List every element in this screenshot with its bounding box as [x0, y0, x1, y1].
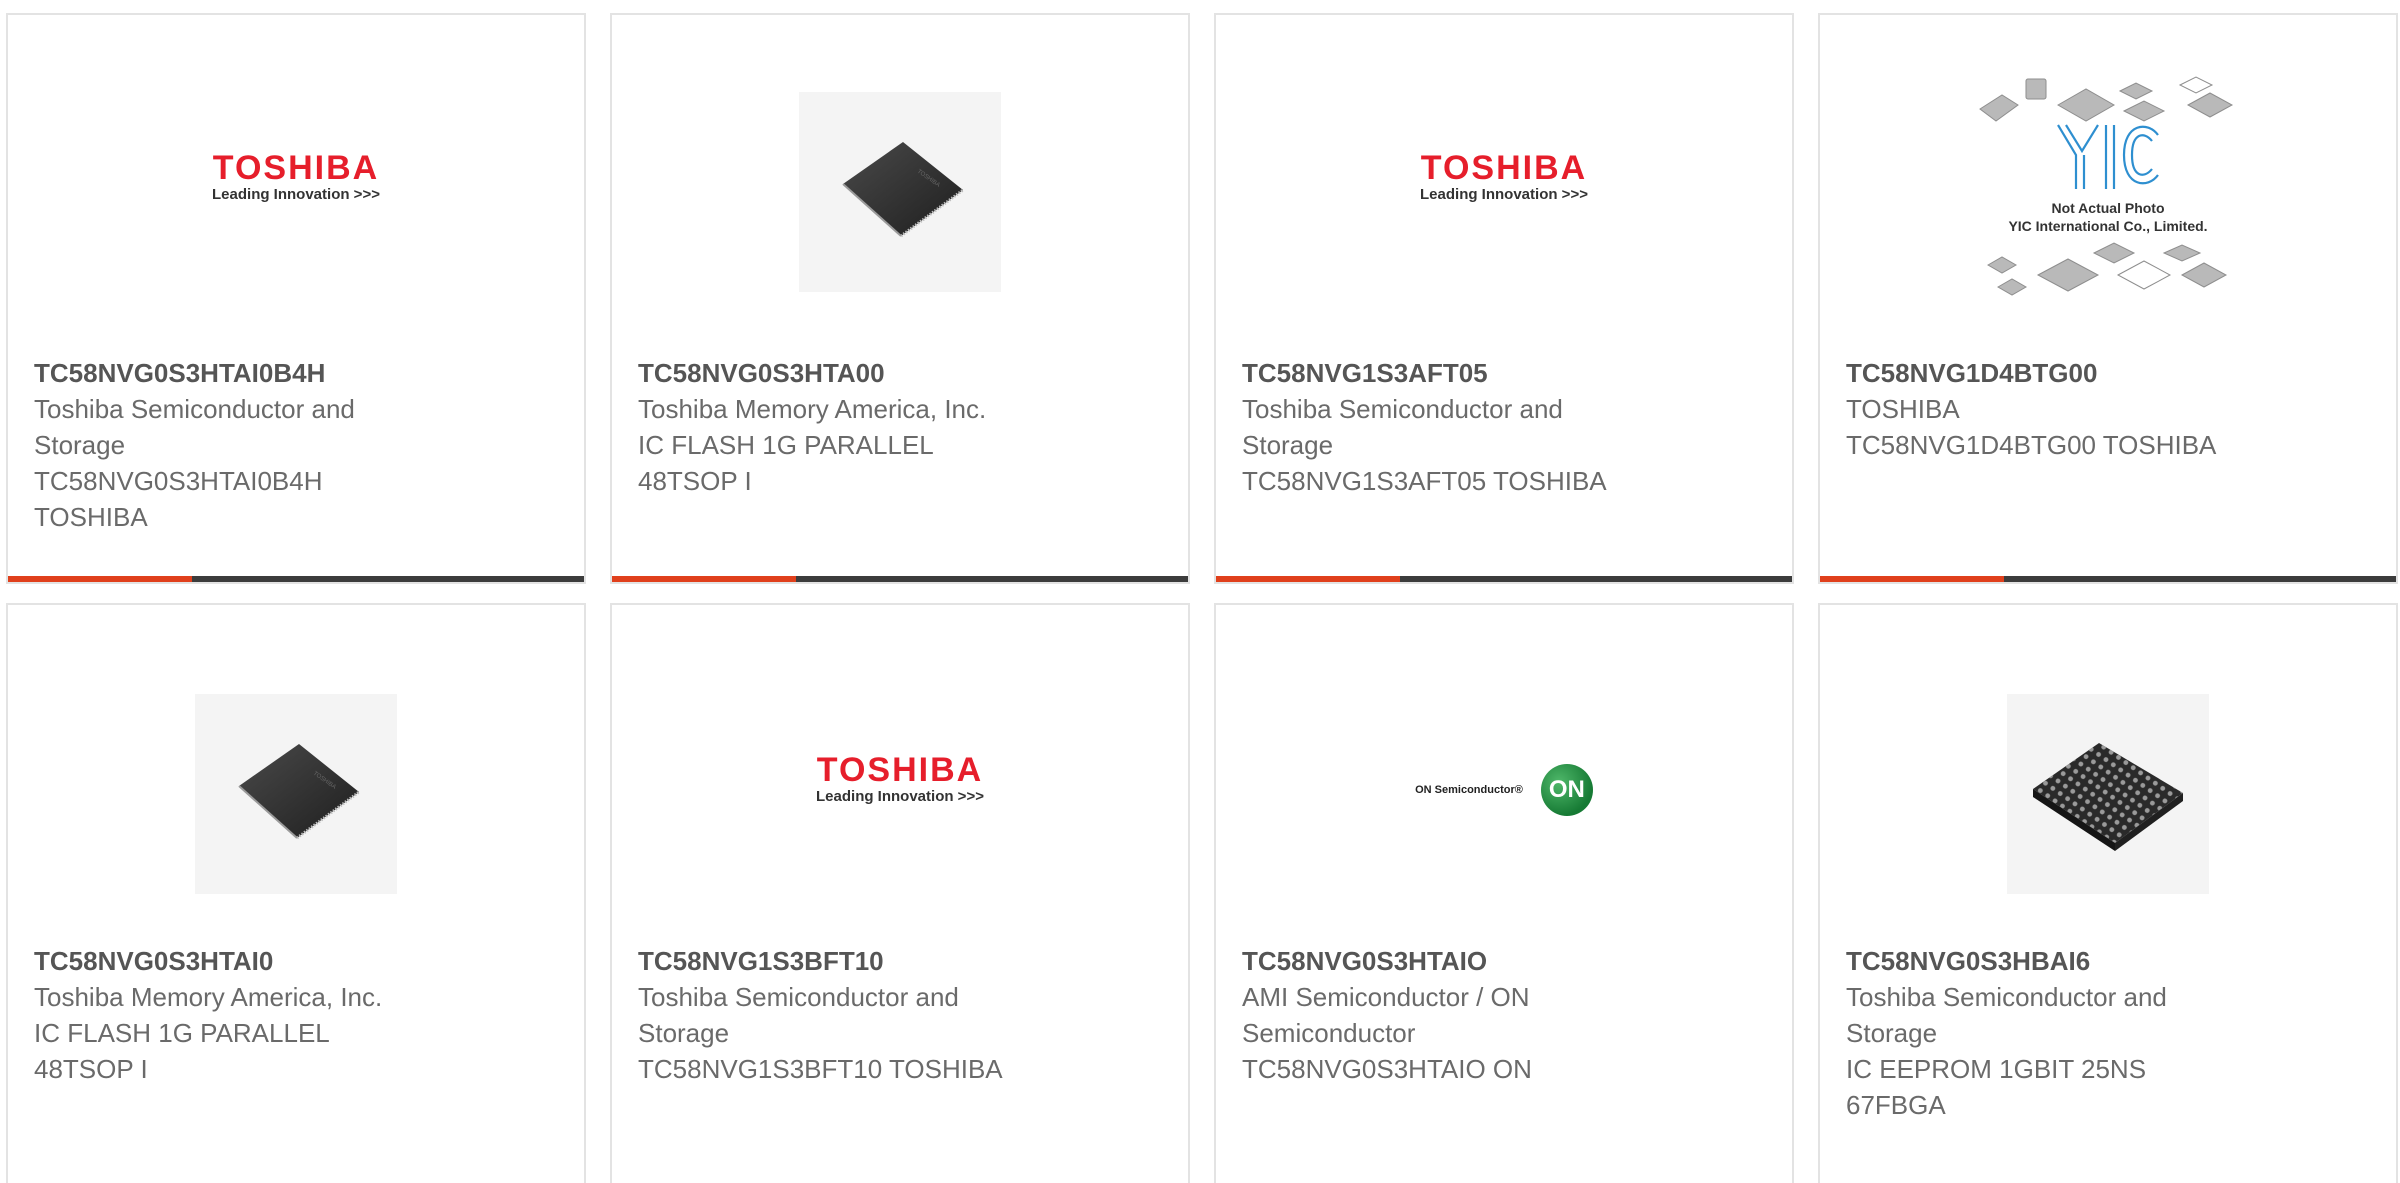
toshiba-logo: TOSHIBA Leading Innovation >>> — [212, 150, 380, 204]
part-number[interactable]: TC58NVG1S3BFT10 — [638, 943, 1058, 979]
product-card[interactable]: TOSHIBA TC58NVG0S3HTA00 Toshiba Memory A… — [610, 13, 1190, 584]
product-detail-line: Storage — [34, 430, 126, 460]
onsemi-logo-text: ON Semiconductor® — [1415, 784, 1523, 796]
product-detail-line: TC58NVG1D4BTG00 TOSHIBA — [1846, 430, 2217, 460]
product-image[interactable]: TOSHIBA Leading Innovation >>> — [612, 669, 1188, 919]
product-detail-line: IC FLASH 1G PARALLEL — [638, 430, 934, 460]
product-detail-line: TC58NVG0S3HTAI0B4H — [34, 466, 323, 496]
part-number[interactable]: TC58NVG1D4BTG00 — [1846, 355, 2266, 391]
toshiba-logo-tagline: Leading Innovation >>> — [816, 788, 984, 805]
product-info: TC58NVG0S3HBAI6 Toshiba Semiconductor an… — [1846, 943, 2266, 1123]
product-detail-line: Storage — [1242, 430, 1334, 460]
part-number[interactable]: TC58NVG0S3HTAI0 — [34, 943, 454, 979]
part-number[interactable]: TC58NVG0S3HTA00 — [638, 355, 1058, 391]
yic-caption-not-actual-photo: Not Actual Photo — [2051, 200, 2165, 216]
yic-logo-icon — [2057, 124, 2159, 189]
product-card[interactable]: Not Actual Photo YIC International Co., … — [1818, 13, 2398, 584]
product-info: TC58NVG1S3BFT10 Toshiba Semiconductor an… — [638, 943, 1058, 1087]
product-image[interactable]: TOSHIBA Leading Innovation >>> — [1216, 67, 1792, 317]
onsemi-logo-badge: ON — [1540, 764, 1593, 816]
product-detail-line: Toshiba Semiconductor and — [1242, 394, 1563, 424]
product-detail-line: Toshiba Memory America, Inc. — [34, 982, 383, 1012]
product-detail-line: Semiconductor — [1242, 1018, 1416, 1048]
product-image[interactable]: ON Semiconductor® ON — [1216, 669, 1792, 919]
tsop-chip-photo: TOSHIBA — [799, 92, 1001, 292]
product-info: TC58NVG1S3AFT05 Toshiba Semiconductor an… — [1242, 355, 1662, 499]
card-bottom-bar — [1820, 576, 2396, 582]
product-detail-line: 48TSOP I — [638, 466, 752, 496]
product-detail-line: Storage — [638, 1018, 730, 1048]
product-card[interactable]: TOSHIBA TC58NVG0S3HTAI0 Toshiba Memory A… — [6, 603, 586, 1183]
product-card[interactable]: TC58NVG0S3HBAI6 Toshiba Semiconductor an… — [1818, 603, 2398, 1183]
yic-caption-company: YIC International Co., Limited. — [2008, 218, 2208, 234]
product-detail-line: AMI Semiconductor / ON — [1242, 982, 1530, 1012]
product-image[interactable]: Not Actual Photo YIC International Co., … — [1820, 55, 2396, 325]
yic-placeholder-image: Not Actual Photo YIC International Co., … — [1968, 65, 2248, 315]
product-info: TC58NVG1D4BTG00 TOSHIBA TC58NVG1D4BTG00 … — [1846, 355, 2266, 463]
card-bottom-bar — [8, 576, 584, 582]
product-detail-line: 48TSOP I — [34, 1054, 148, 1084]
product-image[interactable]: TOSHIBA — [8, 669, 584, 919]
product-card[interactable]: TOSHIBA Leading Innovation >>> TC58NVG1S… — [610, 603, 1190, 1183]
product-info: TC58NVG0S3HTAIO AMI Semiconductor / ON S… — [1242, 943, 1662, 1087]
card-accent-bar — [1216, 576, 1400, 582]
product-detail-line: IC FLASH 1G PARALLEL — [34, 1018, 330, 1048]
toshiba-logo-word: TOSHIBA — [1420, 149, 1588, 187]
product-info: TC58NVG0S3HTAI0B4H Toshiba Semiconductor… — [34, 355, 454, 535]
toshiba-logo-word: TOSHIBA — [212, 149, 380, 187]
product-detail-line: TC58NVG1S3AFT05 TOSHIBA — [1242, 466, 1607, 496]
card-accent-bar — [1820, 576, 2004, 582]
product-grid: TOSHIBA Leading Innovation >>> TC58NVG0S… — [0, 0, 2400, 1183]
product-detail-line: Toshiba Memory America, Inc. — [638, 394, 987, 424]
card-accent-bar — [8, 576, 192, 582]
tsop-chip-photo: TOSHIBA — [195, 694, 397, 894]
product-info: TC58NVG0S3HTAI0 Toshiba Memory America, … — [34, 943, 454, 1087]
product-detail-line: TOSHIBA — [1846, 394, 1960, 424]
part-number[interactable]: TC58NVG1S3AFT05 — [1242, 355, 1662, 391]
product-detail-line: IC EEPROM 1GBIT 25NS — [1846, 1054, 2147, 1084]
product-detail-line: Toshiba Semiconductor and — [1846, 982, 2167, 1012]
product-image[interactable] — [1820, 669, 2396, 919]
product-detail-line: Storage — [1846, 1018, 1938, 1048]
product-detail-line: TC58NVG1S3BFT10 TOSHIBA — [638, 1054, 1003, 1084]
product-detail-line: Toshiba Semiconductor and — [34, 394, 355, 424]
card-bottom-bar — [612, 576, 1188, 582]
product-card[interactable]: TOSHIBA Leading Innovation >>> TC58NVG1S… — [1214, 13, 1794, 584]
part-number[interactable]: TC58NVG0S3HBAI6 — [1846, 943, 2266, 979]
on-semiconductor-logo: ON Semiconductor® ON — [1415, 764, 1593, 816]
toshiba-logo-tagline: Leading Innovation >>> — [212, 186, 380, 203]
bga-chip-photo — [2007, 694, 2209, 894]
product-detail-line: Toshiba Semiconductor and — [638, 982, 959, 1012]
part-number[interactable]: TC58NVG0S3HTAIO — [1242, 943, 1662, 979]
product-detail-line: 67FBGA — [1846, 1090, 1946, 1120]
toshiba-logo: TOSHIBA Leading Innovation >>> — [816, 752, 984, 806]
product-card[interactable]: ON Semiconductor® ON TC58NVG0S3HTAIO AMI… — [1214, 603, 1794, 1183]
product-detail-line: TC58NVG0S3HTAIO ON — [1242, 1054, 1532, 1084]
toshiba-logo-word: TOSHIBA — [816, 751, 984, 789]
product-card[interactable]: TOSHIBA Leading Innovation >>> TC58NVG0S… — [6, 13, 586, 584]
product-image[interactable]: TOSHIBA Leading Innovation >>> — [8, 67, 584, 317]
toshiba-logo: TOSHIBA Leading Innovation >>> — [1420, 150, 1588, 204]
card-bottom-bar — [1216, 576, 1792, 582]
card-accent-bar — [612, 576, 796, 582]
product-info: TC58NVG0S3HTA00 Toshiba Memory America, … — [638, 355, 1058, 499]
product-image[interactable]: TOSHIBA — [612, 67, 1188, 317]
product-detail-line: TOSHIBA — [34, 502, 148, 532]
toshiba-logo-tagline: Leading Innovation >>> — [1420, 186, 1588, 203]
part-number[interactable]: TC58NVG0S3HTAI0B4H — [34, 355, 454, 391]
